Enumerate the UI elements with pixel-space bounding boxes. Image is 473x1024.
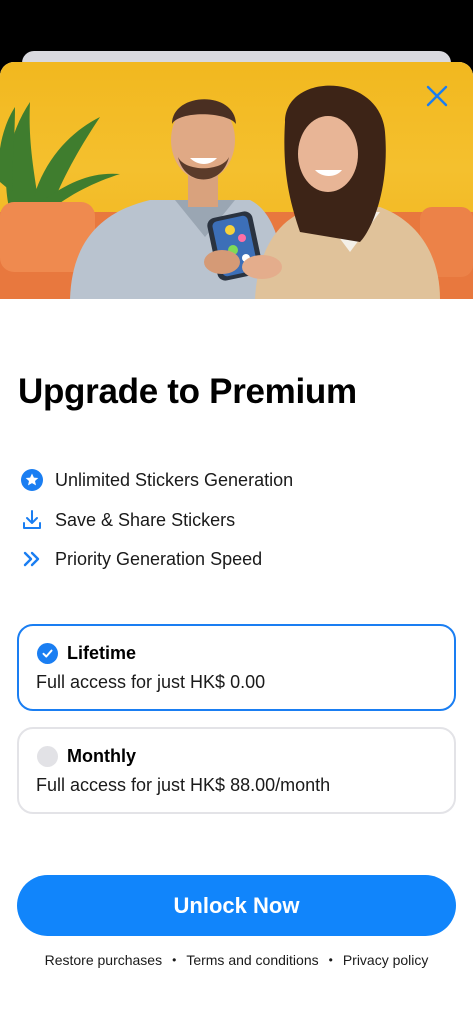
close-button[interactable]	[421, 80, 453, 112]
plan-description: Full access for just HK$ 0.00	[36, 672, 266, 692]
footer-links: Restore purchases • Terms and conditions…	[0, 952, 473, 968]
plan-title: Lifetime	[67, 643, 137, 663]
restore-purchases-link[interactable]: Restore purchases	[45, 952, 163, 968]
feature-label: Unlimited Stickers Generation	[55, 469, 294, 490]
close-icon	[426, 85, 448, 107]
star-badge-icon	[20, 468, 44, 492]
plan-description: Full access for just HK$ 88.00/month	[36, 775, 331, 795]
privacy-policy-link[interactable]: Privacy policy	[343, 952, 429, 968]
feature-item: Unlimited Stickers Generation	[20, 468, 293, 492]
feature-item: Save & Share Stickers	[20, 508, 235, 532]
plan-title: Monthly	[67, 746, 136, 766]
plan-option-lifetime[interactable]: Lifetime Full access for just HK$ 0.00	[17, 624, 456, 711]
page-title: Upgrade to Premium	[18, 372, 357, 411]
feature-label: Priority Generation Speed	[55, 548, 263, 569]
unlock-now-button[interactable]: Unlock Now	[17, 875, 456, 936]
feature-item: Priority Generation Speed	[20, 547, 262, 571]
separator: •	[172, 953, 177, 967]
radio-unchecked-icon	[37, 746, 58, 767]
plan-option-monthly[interactable]: Monthly Full access for just HK$ 88.00/m…	[17, 727, 456, 814]
double-chevron-right-icon	[20, 547, 44, 571]
hero-photo	[0, 62, 473, 299]
download-icon	[20, 508, 44, 532]
feature-label: Save & Share Stickers	[55, 509, 236, 530]
separator: •	[328, 953, 333, 967]
hero-illustration	[0, 85, 473, 299]
radio-checked-icon	[37, 643, 58, 664]
screen: Upgrade to Premium Unlimited Stickers Ge…	[0, 0, 473, 1024]
terms-link[interactable]: Terms and conditions	[186, 952, 318, 968]
paywall-sheet: Upgrade to Premium Unlimited Stickers Ge…	[0, 62, 473, 1024]
